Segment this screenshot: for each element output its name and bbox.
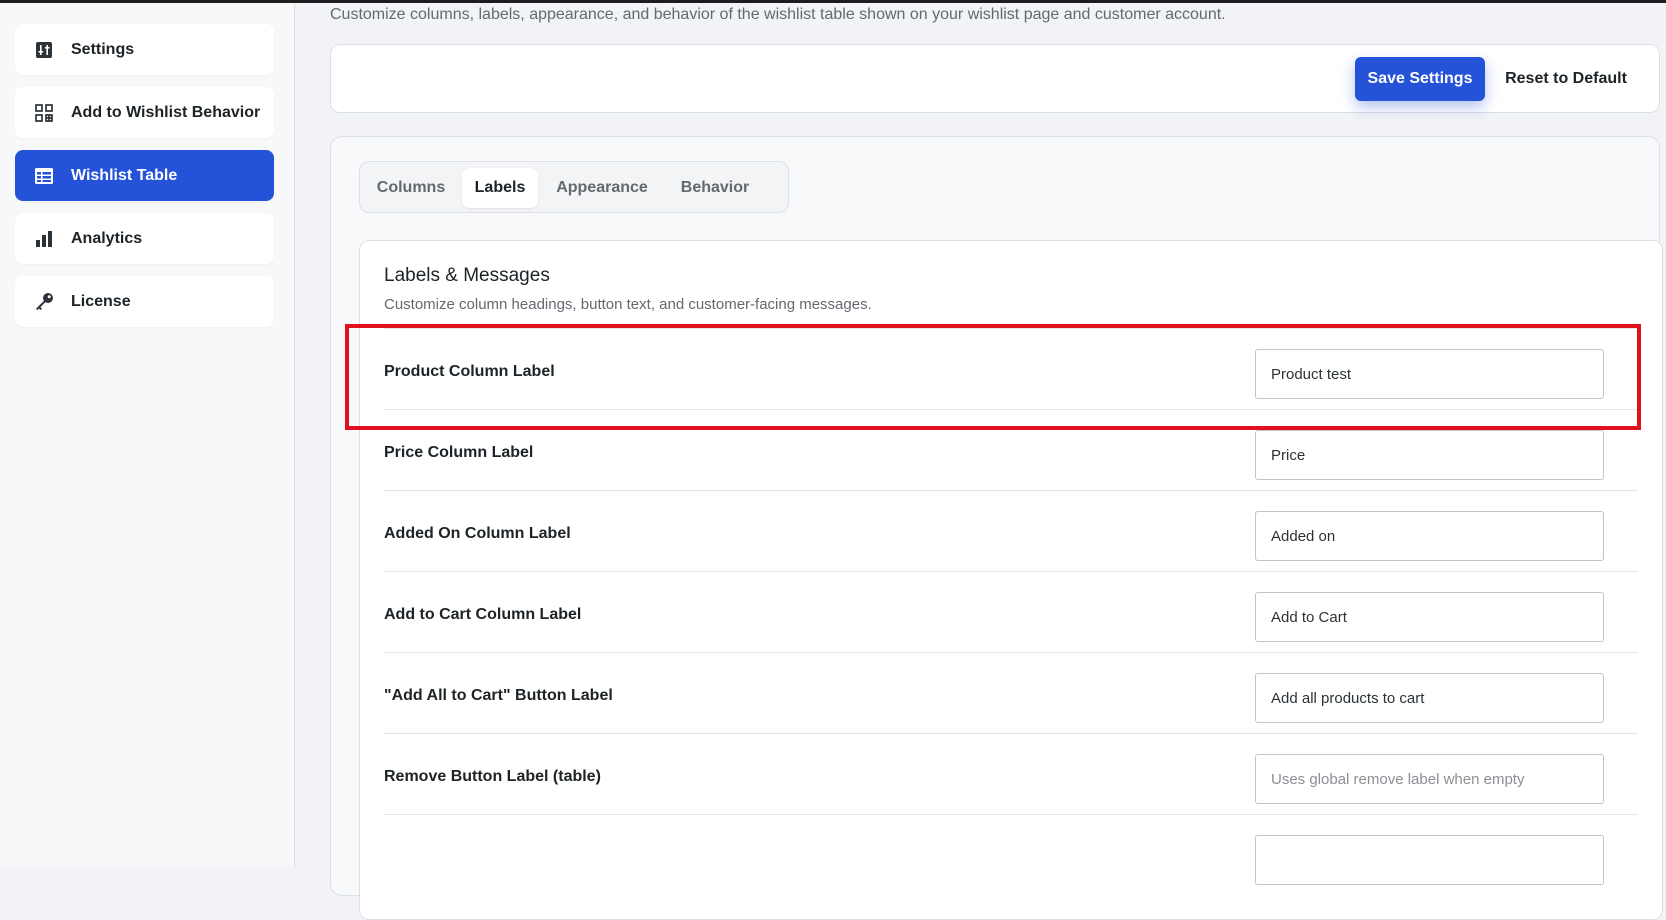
field-label: Product Column Label [384,363,555,380]
sidebar-item-label: Settings [71,40,135,58]
card-description: Customize column headings, button text, … [384,296,872,313]
tab-bar: Columns Labels Appearance Behavior [359,161,789,213]
sidebar-item-analytics[interactable]: Analytics [15,213,274,264]
sidebar-item-label: License [71,292,131,310]
setting-row-added-on-column: Added On Column Label [384,490,1638,576]
page-subtitle: Customize columns, labels, appearance, a… [330,6,1226,23]
tab-behavior[interactable]: Behavior [666,168,764,208]
grid-icon [33,102,55,124]
sidebar-item-label: Wishlist Table [71,166,178,184]
table-icon [33,165,55,187]
sidebar: Settings Add to Wishlist Behavior Wishli… [0,3,295,867]
save-settings-button[interactable]: Save Settings [1355,57,1485,101]
main-content: Customize columns, labels, appearance, a… [295,3,1666,920]
reset-to-default-button[interactable]: Reset to Default [1491,57,1641,101]
field-label: Price Column Label [384,444,534,461]
tab-labels[interactable]: Labels [462,168,538,208]
remove-button-label-input[interactable] [1255,754,1604,804]
setting-row-remove-button: Remove Button Label (table) [384,733,1638,819]
labels-messages-card: Labels & Messages Customize column headi… [359,240,1663,920]
field-label: Added On Column Label [384,525,571,542]
tab-columns[interactable]: Columns [368,168,454,208]
price-column-label-input[interactable] [1255,430,1604,480]
field-label: Add to Cart Column Label [384,606,582,623]
bar-chart-icon [33,228,55,250]
setting-row-price-column: Price Column Label [384,409,1638,495]
added-on-column-label-input[interactable] [1255,511,1604,561]
sidebar-item-label: Analytics [71,229,143,247]
setting-row-next [384,814,1638,900]
sliders-icon [33,39,55,61]
next-setting-input[interactable] [1255,835,1604,885]
sidebar-item-label: Add to Wishlist Behavior [71,103,261,121]
sidebar-item-add-to-wishlist-behavior[interactable]: Add to Wishlist Behavior [15,87,274,138]
card-title: Labels & Messages [384,265,550,286]
field-label: "Add All to Cart" Button Label [384,687,613,704]
setting-row-add-to-cart-column: Add to Cart Column Label [384,571,1638,657]
key-icon [33,291,55,313]
setting-row-add-all-to-cart: "Add All to Cart" Button Label [384,652,1638,738]
product-column-label-input[interactable] [1255,349,1604,399]
settings-panel: Columns Labels Appearance Behavior Label… [330,136,1663,920]
add-all-to-cart-label-input[interactable] [1255,673,1604,723]
tab-appearance[interactable]: Appearance [546,168,658,208]
sidebar-item-settings[interactable]: Settings [15,24,274,75]
field-label: Remove Button Label (table) [384,768,601,785]
sidebar-item-wishlist-table[interactable]: Wishlist Table [15,150,274,201]
sidebar-item-license[interactable]: License [15,276,274,327]
add-to-cart-column-label-input[interactable] [1255,592,1604,642]
setting-row-product-column: Product Column Label [384,328,1638,414]
action-bar: Save Settings Reset to Default [330,44,1660,113]
